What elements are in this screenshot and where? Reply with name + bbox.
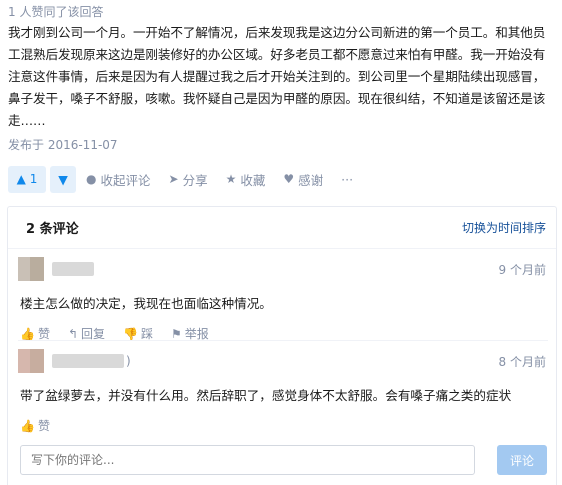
commenter-name-blurred[interactable] bbox=[52, 262, 94, 276]
favorite-button[interactable]: ★ 收藏 bbox=[226, 170, 266, 189]
comment-text: 带了盆绿萝去，并没有什么用。然后辞职了，感觉身体不太舒服。会有嗓子痛之类的症状 bbox=[20, 388, 512, 403]
heart-icon: ♥ bbox=[283, 172, 295, 186]
triangle-up-icon: ▲ bbox=[16, 172, 26, 186]
comments-panel: 2 条评论 切换为时间排序 9 个月前 楼主怎么做的决定，我现在也面临这种情况。… bbox=[7, 206, 557, 485]
star-icon: ★ bbox=[225, 172, 237, 186]
comment-time: 8 个月前 bbox=[498, 354, 546, 369]
thumbs-up-icon: 👍 bbox=[20, 326, 35, 341]
comment-input[interactable] bbox=[20, 445, 475, 475]
flag-icon: ⚑ bbox=[171, 326, 182, 341]
like-label: 赞 bbox=[37, 419, 50, 433]
publish-date[interactable]: 发布于 2016-11-07 bbox=[8, 136, 118, 153]
avatar[interactable] bbox=[18, 349, 44, 373]
paper-plane-icon: ➤ bbox=[168, 172, 179, 186]
comment-divider bbox=[18, 340, 548, 341]
thumbs-down-icon: 👎 bbox=[123, 326, 138, 341]
reply-arrow-icon: ↰ bbox=[67, 326, 79, 341]
comment-time: 9 个月前 bbox=[498, 262, 546, 277]
comment-count: 2 条评论 bbox=[26, 222, 79, 237]
commenter-name-blurred[interactable] bbox=[52, 354, 124, 368]
upvote-note: 1 人赞同了该回答 bbox=[8, 5, 104, 19]
answer-actions: ▲ 1 ▼ ● 收起评论 ➤ 分享 ★ 收藏 ♥ 感谢 ··· bbox=[8, 165, 371, 193]
thumbs-up-icon: 👍 bbox=[20, 418, 35, 433]
favorite-label: 收藏 bbox=[240, 172, 266, 188]
downvote-button[interactable]: ▼ bbox=[50, 165, 76, 193]
sort-toggle-link[interactable]: 切换为时间排序 bbox=[462, 219, 546, 236]
triangle-down-icon: ▼ bbox=[58, 171, 68, 187]
upvote-button[interactable]: ▲ 1 bbox=[8, 165, 46, 193]
thanks-button[interactable]: ♥ 感谢 bbox=[283, 170, 323, 189]
collapse-comments-label: 收起评论 bbox=[100, 172, 151, 188]
avatar[interactable] bbox=[18, 257, 44, 281]
collapse-comments-button[interactable]: ● 收起评论 bbox=[86, 170, 151, 189]
comment-item: 9 个月前 楼主怎么做的决定，我现在也面临这种情况。 👍 赞 ↰ 回复 👎 踩 ⚑ 举报 bbox=[8, 257, 556, 342]
comment-text: 楼主怎么做的决定，我现在也面临这种情况。 bbox=[20, 296, 272, 311]
commenter-name-suffix: ) bbox=[126, 354, 131, 368]
comment-icon: ● bbox=[86, 172, 97, 186]
answer-text: 我才刚到公司一个月。一开始不了解情况，后来发现我是这边分公司新进的第一个员工。和… bbox=[8, 25, 546, 128]
thanks-label: 感谢 bbox=[298, 172, 324, 188]
comment-item: ) 8 个月前 带了盆绿萝去，并没有什么用。然后辞职了，感觉身体不太舒服。会有嗓… bbox=[8, 349, 556, 434]
more-label: ··· bbox=[341, 171, 354, 187]
share-button[interactable]: ➤ 分享 bbox=[169, 170, 208, 189]
like-button[interactable]: 👍 赞 bbox=[20, 417, 50, 434]
comments-header: 2 条评论 切换为时间排序 bbox=[8, 207, 556, 249]
share-label: 分享 bbox=[182, 172, 208, 188]
comment-composer: 评论 bbox=[20, 445, 548, 477]
upvote-count: 1 bbox=[29, 172, 38, 186]
more-button[interactable]: ··· bbox=[341, 172, 353, 187]
submit-comment-button[interactable]: 评论 bbox=[497, 445, 547, 475]
